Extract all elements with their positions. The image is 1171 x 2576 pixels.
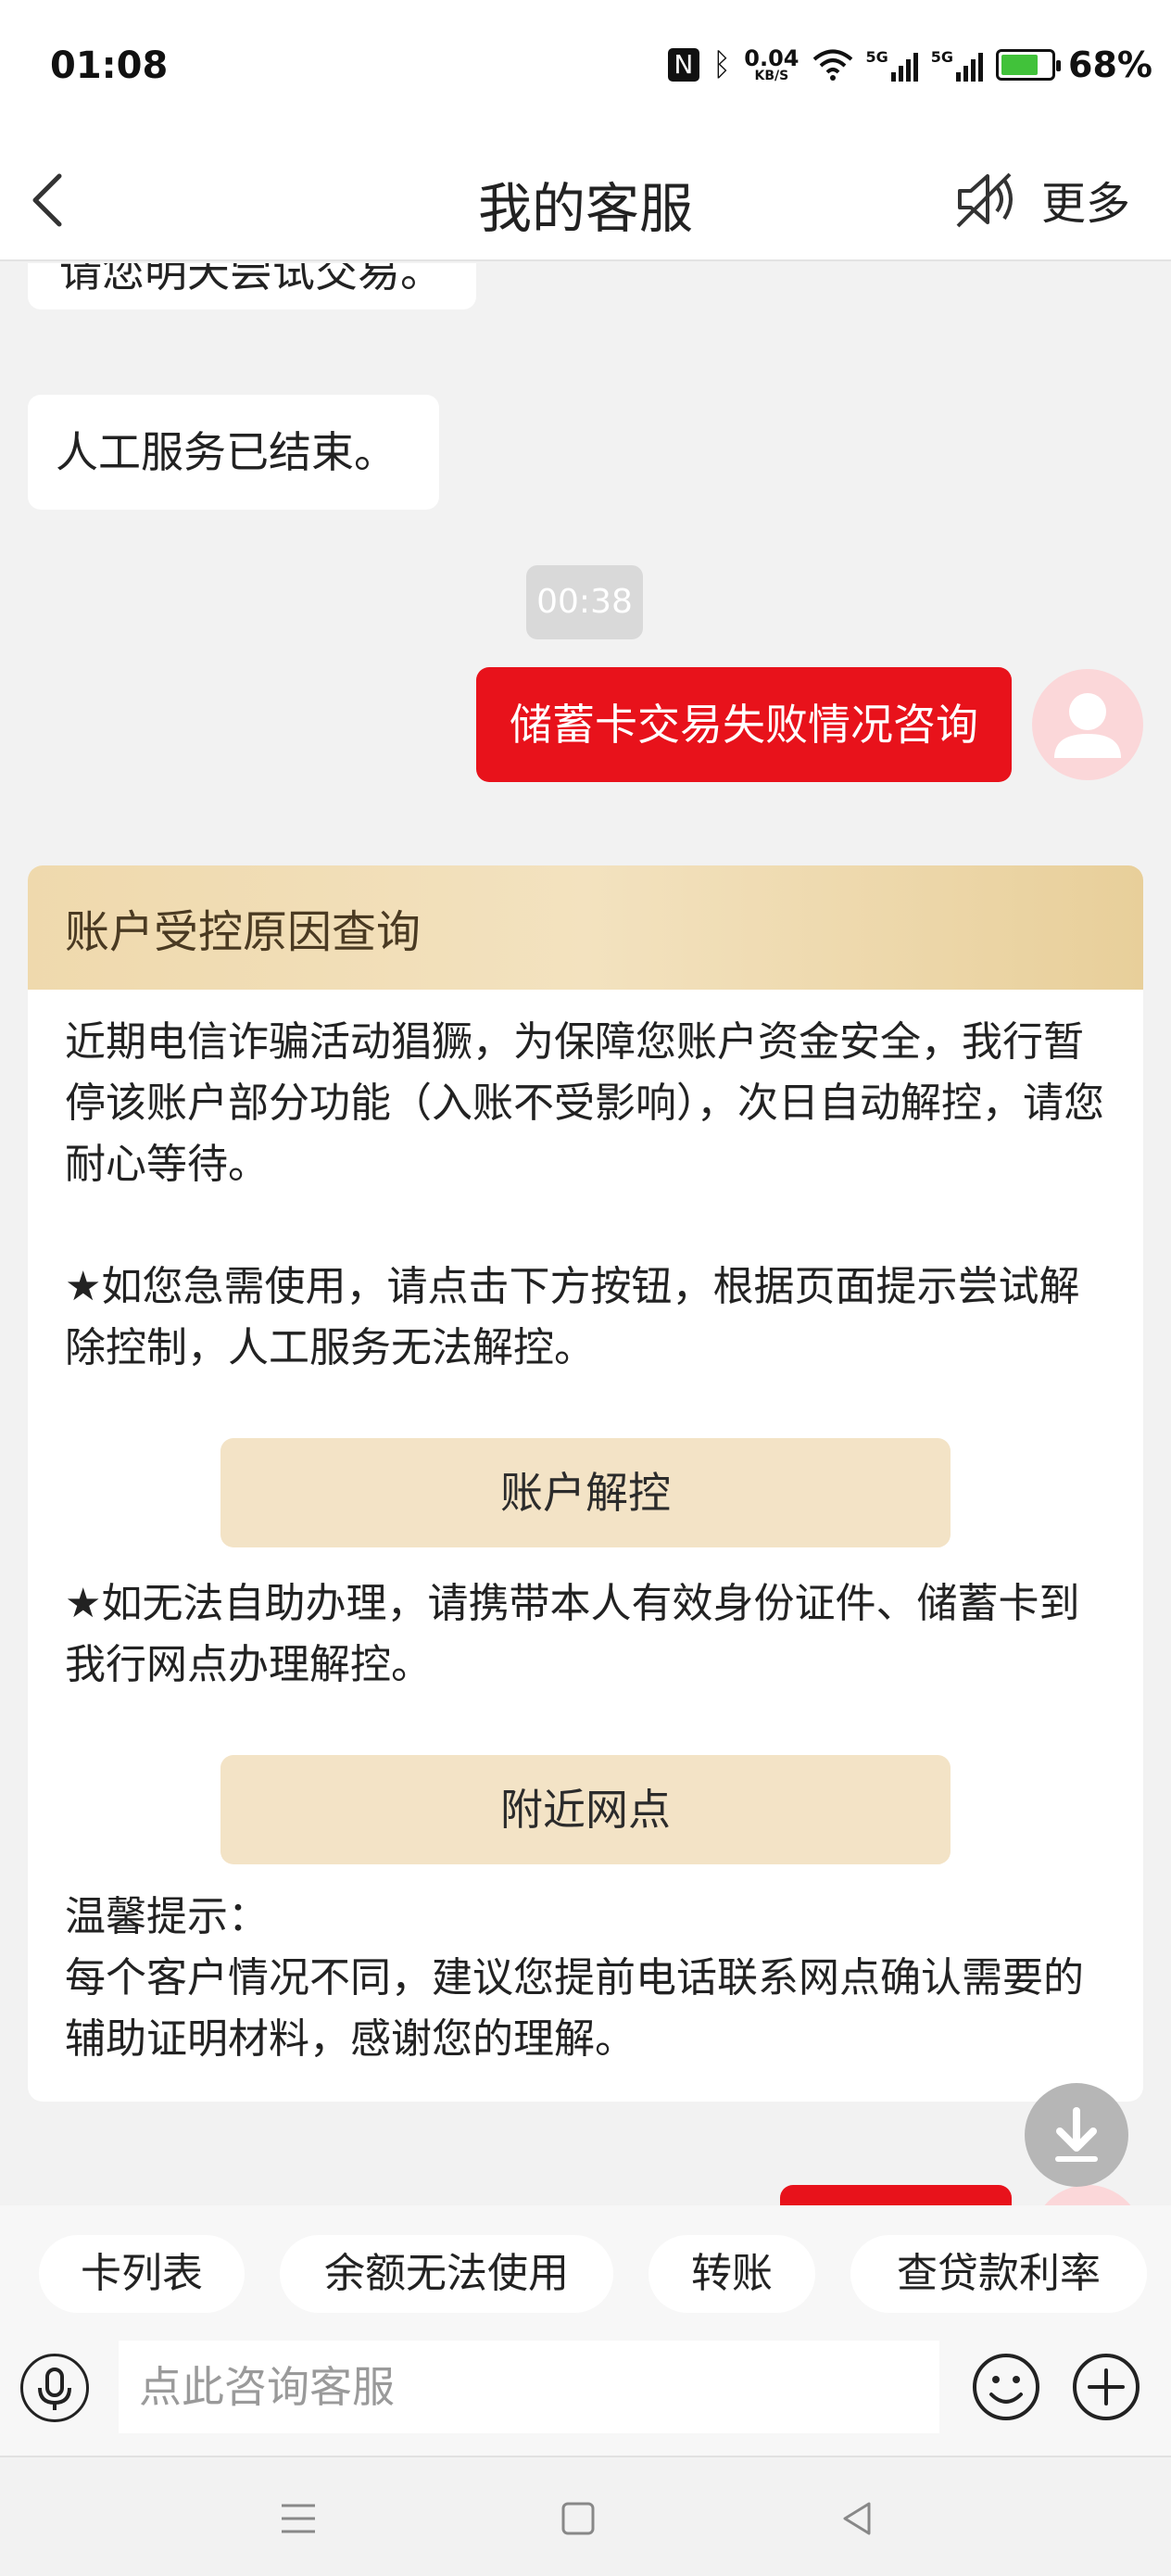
next-user-message-partial: [780, 2185, 1012, 2205]
next-user-avatar-partial: [1032, 2185, 1143, 2205]
account-unlock-button[interactable]: 账户解控: [220, 1438, 951, 1547]
user-message: 储蓄卡交易失败情况咨询: [476, 667, 1012, 782]
mic-icon: [38, 2368, 71, 2410]
user-avatar-icon: [1054, 693, 1121, 758]
card-tip-body: 每个客户情况不同，建议您提前电话联系网点确认需要的辅助证明材料，感谢您的理解。: [65, 1954, 1084, 2063]
user-avatar: [1032, 669, 1143, 780]
speaker-muted-icon[interactable]: [952, 167, 1017, 232]
battery-icon: [996, 49, 1062, 81]
bluetooth-icon: ᛒ: [711, 46, 732, 83]
download-icon: [1055, 2107, 1098, 2162]
chat-input[interactable]: [119, 2341, 939, 2433]
back-nav-icon[interactable]: [832, 2493, 884, 2544]
plus-icon[interactable]: [1071, 2352, 1141, 2422]
quick-reply-card-list[interactable]: 卡列表: [39, 2235, 245, 2313]
quick-reply-loan-rate[interactable]: 查贷款利率: [850, 2235, 1147, 2313]
menu-icon[interactable]: [272, 2493, 324, 2544]
wifi-icon: [812, 49, 852, 81]
status-icons: N ᛒ 0.04 KB/S 5G 5G 68%: [667, 44, 1152, 85]
status-bar: 01:08 N ᛒ 0.04 KB/S 5G 5G 68%: [0, 0, 1171, 139]
net-speed: 0.04 KB/S: [744, 45, 800, 83]
signal-bars-icon: [890, 53, 918, 82]
input-bar: [0, 2341, 1171, 2456]
signal-1: 5G: [866, 48, 918, 82]
battery-percent: 68%: [1068, 44, 1152, 85]
card-para-3: ★如无法自助办理，请携带本人有效身份证件、储蓄卡到我行网点办理解控。: [65, 1580, 1080, 1688]
card-para-1: 近期电信诈骗活动猖獗，为保障您账户资金安全，我行暂停该账户部分功能（入账不受影响…: [65, 1018, 1104, 1188]
chat-area[interactable]: 请您明天尝试交易。 人工服务已结束。 00:38 储蓄卡交易失败情况咨询 账户受…: [0, 263, 1171, 2205]
card-title: 账户受控原因查询: [28, 865, 1143, 990]
quick-reply-balance[interactable]: 余额无法使用: [280, 2235, 613, 2313]
service-ended-message: 人工服务已结束。: [28, 395, 439, 510]
partial-message: 请您明天尝试交易。: [28, 263, 476, 309]
voice-button[interactable]: [20, 2354, 89, 2422]
nearby-branch-button[interactable]: 附近网点: [220, 1755, 951, 1864]
more-button[interactable]: 更多: [1041, 167, 1130, 232]
quick-reply-transfer[interactable]: 转账: [648, 2235, 815, 2313]
message-timestamp: 00:38: [526, 565, 643, 639]
nfc-icon: N: [667, 48, 699, 82]
home-icon[interactable]: [552, 2493, 604, 2544]
status-time: 01:08: [50, 44, 169, 87]
card-para-2: ★如您急需使用，请点击下方按钮，根据页面提示尝试解除控制，人工服务无法解控。: [65, 1263, 1080, 1371]
scroll-down-button[interactable]: [1025, 2083, 1128, 2187]
signal-bars-icon: [956, 53, 984, 82]
signal-2: 5G: [931, 48, 984, 82]
system-nav-bar: [0, 2456, 1171, 2576]
card-tip-title: 温馨提示：: [65, 1893, 269, 1940]
emoji-icon[interactable]: [971, 2352, 1041, 2422]
account-control-card: 账户受控原因查询 近期电信诈骗活动猖獗，为保障您账户资金安全，我行暂停该账户部分…: [28, 865, 1143, 2102]
app-header: 我的客服 更多: [0, 139, 1171, 261]
quick-reply-bar: 卡列表 余额无法使用 转账 查贷款利率: [0, 2205, 1171, 2341]
